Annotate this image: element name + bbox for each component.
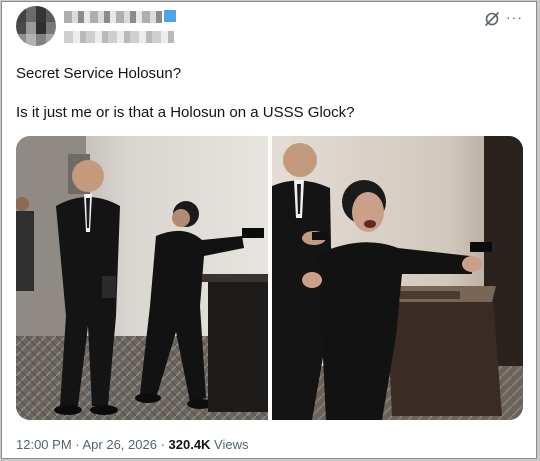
meta-separator-2: · [156,437,169,452]
username-blurred[interactable] [64,31,174,43]
more-icon[interactable]: ··· [506,9,522,25]
verified-badge-icon [164,10,176,22]
media-grid[interactable] [16,136,523,420]
media-photo-1[interactable] [16,136,268,420]
avatar[interactable] [16,6,56,46]
grok-icon[interactable] [484,11,500,27]
post-time[interactable]: 12:00 PM [16,437,72,452]
post-card[interactable]: ··· Secret Service Holosun? Is it just m… [1,1,537,459]
post-date[interactable]: Apr 26, 2026 [83,437,157,452]
media-photo-2[interactable] [272,136,523,420]
views-count[interactable]: 320.4K [169,437,211,452]
post-title: Secret Service Holosun? [16,65,182,82]
post-text: Is it just me or is that a Holosun on a … [16,104,355,121]
views-label: Views [210,437,249,452]
post-meta: 12:00 PM · Apr 26, 2026 · 320.4K Views [16,437,249,452]
display-name-blurred[interactable] [64,11,162,23]
meta-separator: · [71,437,83,452]
